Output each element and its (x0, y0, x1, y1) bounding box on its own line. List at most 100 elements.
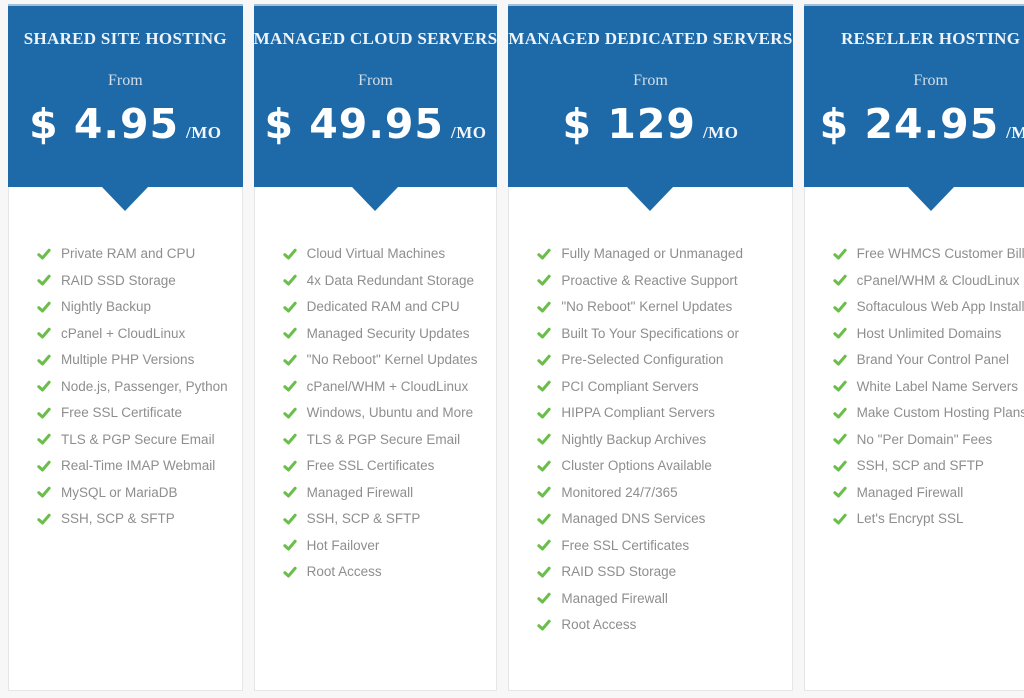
feature-list: Fully Managed or Unmanaged Proactive & R… (509, 187, 791, 644)
feature-text: Free SSL Certificates (561, 538, 689, 553)
plan-price-amount: $ 24.95 (820, 100, 1000, 148)
feature-item: Host Unlimited Domains (832, 326, 1024, 341)
check-icon (536, 485, 552, 499)
feature-item: Proactive & Reactive Support (536, 273, 777, 288)
check-icon (536, 538, 552, 552)
feature-item: SSH, SCP & SFTP (36, 511, 228, 526)
plan-from-label: From (508, 72, 792, 90)
feature-text: MySQL or MariaDB (61, 485, 178, 500)
feature-text: Free SSL Certificate (61, 405, 182, 420)
check-icon (832, 300, 848, 314)
feature-item: TLS & PGP Secure Email (36, 432, 228, 447)
plan-from-label: From (8, 72, 243, 90)
feature-item: Managed Security Updates (282, 326, 483, 341)
feature-text: Free SSL Certificates (307, 458, 435, 473)
feature-text: cPanel + CloudLinux (61, 326, 185, 341)
feature-item: No "Per Domain" Fees (832, 432, 1024, 447)
feature-item: Softaculous Web App Installer (832, 299, 1024, 314)
feature-item: Managed Firewall (536, 591, 777, 606)
feature-text: Built To Your Specifications or (561, 326, 739, 341)
check-icon (282, 485, 298, 499)
feature-text: Nightly Backup (61, 299, 151, 314)
feature-text: Managed Firewall (307, 485, 414, 500)
feature-text: Multiple PHP Versions (61, 352, 194, 367)
feature-item: Free SSL Certificates (536, 538, 777, 553)
plan-card-shared-site-hosting: SHARED SITE HOSTING From $ 4.95/MO Priva… (8, 4, 243, 691)
feature-item: White Label Name Servers (832, 379, 1024, 394)
feature-text: Managed Security Updates (307, 326, 470, 341)
feature-item: Make Custom Hosting Plans (832, 405, 1024, 420)
feature-item: cPanel + CloudLinux (36, 326, 228, 341)
feature-item: Monitored 24/7/365 (536, 485, 777, 500)
check-icon (282, 432, 298, 446)
feature-item: Windows, Ubuntu and More (282, 405, 483, 420)
feature-list: Free WHMCS Customer Billing cPanel/WHM &… (805, 187, 1024, 538)
feature-item: Root Access (282, 564, 483, 579)
check-icon (282, 565, 298, 579)
check-icon (282, 300, 298, 314)
feature-text: RAID SSD Storage (61, 273, 176, 288)
feature-item: cPanel/WHM & CloudLinux (832, 273, 1024, 288)
plan-from-label: From (804, 72, 1024, 90)
feature-item: PCI Compliant Servers (536, 379, 777, 394)
pricing-table: SHARED SITE HOSTING From $ 4.95/MO Priva… (0, 0, 1024, 698)
check-icon (36, 459, 52, 473)
check-icon (282, 512, 298, 526)
check-icon (536, 300, 552, 314)
feature-text: Cloud Virtual Machines (307, 246, 446, 261)
feature-text: TLS & PGP Secure Email (307, 432, 461, 447)
feature-item: Root Access (536, 617, 777, 632)
plan-header: RESELLER HOSTING From $ 24.95/MO (804, 4, 1024, 187)
check-icon (832, 512, 848, 526)
check-icon (36, 379, 52, 393)
feature-item: SSH, SCP & SFTP (282, 511, 483, 526)
feature-item: Brand Your Control Panel (832, 352, 1024, 367)
check-icon (282, 379, 298, 393)
check-icon (282, 406, 298, 420)
check-icon (36, 247, 52, 261)
plan-price-period: /MO (451, 123, 487, 142)
check-icon (832, 326, 848, 340)
plan-card-reseller-hosting: RESELLER HOSTING From $ 24.95/MO Free WH… (804, 4, 1024, 691)
check-icon (832, 432, 848, 446)
feature-text: Dedicated RAM and CPU (307, 299, 460, 314)
feature-text: Host Unlimited Domains (857, 326, 1002, 341)
check-icon (536, 406, 552, 420)
plan-price-period: /MO (703, 123, 739, 142)
check-icon (536, 591, 552, 605)
feature-item: SSH, SCP and SFTP (832, 458, 1024, 473)
check-icon (36, 326, 52, 340)
feature-item: Fully Managed or Unmanaged (536, 246, 777, 261)
feature-item: Free SSL Certificates (282, 458, 483, 473)
plan-price: $ 4.95/MO (8, 100, 243, 148)
plan-price-amount: $ 129 (563, 100, 696, 148)
feature-item: MySQL or MariaDB (36, 485, 228, 500)
feature-item: Pre-Selected Configuration (536, 352, 777, 367)
plan-price: $ 49.95/MO (254, 100, 498, 148)
feature-item: Built To Your Specifications or (536, 326, 777, 341)
check-icon (832, 353, 848, 367)
feature-text: TLS & PGP Secure Email (61, 432, 215, 447)
plan-price-amount: $ 4.95 (29, 100, 179, 148)
feature-item: Hot Failover (282, 538, 483, 553)
check-icon (282, 326, 298, 340)
feature-text: Brand Your Control Panel (857, 352, 1009, 367)
feature-list: Private RAM and CPU RAID SSD Storage Nig… (9, 187, 242, 538)
plan-title: SHARED SITE HOSTING (8, 6, 243, 49)
plan-price: $ 24.95/MO (804, 100, 1024, 148)
feature-item: "No Reboot" Kernel Updates (536, 299, 777, 314)
feature-text: Real-Time IMAP Webmail (61, 458, 215, 473)
plan-from-label: From (254, 72, 498, 90)
check-icon (832, 485, 848, 499)
feature-text: 4x Data Redundant Storage (307, 273, 474, 288)
feature-text: Let's Encrypt SSL (857, 511, 964, 526)
feature-text: SSH, SCP and SFTP (857, 458, 984, 473)
feature-text: Root Access (307, 564, 382, 579)
feature-item: Cloud Virtual Machines (282, 246, 483, 261)
plan-price-period: /MO (186, 123, 222, 142)
check-icon (536, 618, 552, 632)
feature-item: Multiple PHP Versions (36, 352, 228, 367)
feature-item: RAID SSD Storage (36, 273, 228, 288)
feature-text: Managed DNS Services (561, 511, 705, 526)
feature-text: Managed Firewall (857, 485, 964, 500)
